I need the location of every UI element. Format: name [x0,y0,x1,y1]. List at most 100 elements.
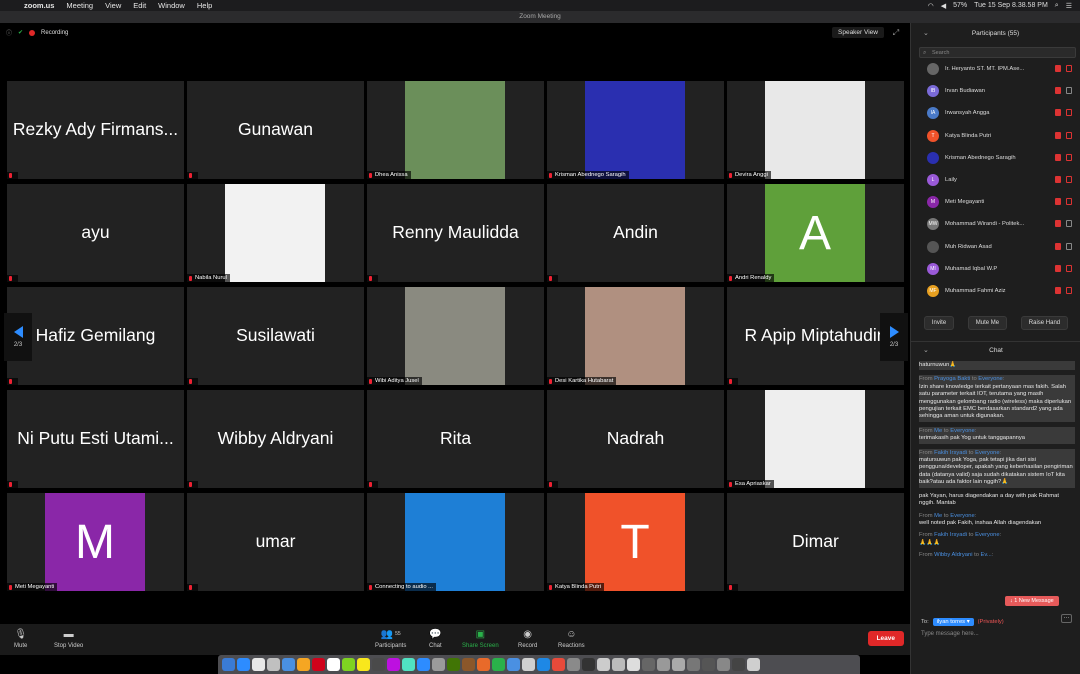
dock-app-icon[interactable] [252,658,265,671]
dock-app-icon[interactable] [702,658,715,671]
video-tile[interactable]: Wibi Aditya Jusel [367,287,544,385]
clock[interactable]: Tue 15 Sep 8.38.58 PM [974,2,1048,9]
video-tile[interactable]: Dimar [727,493,904,591]
participant-row[interactable]: Muh Ridwan Asad [911,236,1080,258]
participant-row[interactable]: MW Mohammad Wirandi - Politek... [911,213,1080,235]
participant-row[interactable]: T Katya Blinda Putri [911,125,1080,147]
dock-app-icon[interactable] [357,658,370,671]
participant-row[interactable]: L Laily [911,169,1080,191]
dock-app-icon[interactable] [282,658,295,671]
participant-row[interactable]: IA Irwansyah Angga [911,102,1080,124]
search-icon[interactable]: ⌕ [1055,2,1059,10]
video-tile[interactable]: M Meti Megayanti [7,493,184,591]
dock-app-icon[interactable] [432,658,445,671]
dock-app-icon[interactable] [297,658,310,671]
dock-app-icon[interactable] [387,658,400,671]
dock-app-icon[interactable] [627,658,640,671]
dock-app-icon[interactable] [522,658,535,671]
volume-icon[interactable]: ◀ [941,2,946,10]
chat-message-input[interactable]: Type message here... [921,631,1071,637]
previous-page-button[interactable]: 2/3 [4,313,32,361]
video-tile[interactable]: Andin [547,184,724,282]
dock-app-icon[interactable] [372,658,385,671]
dock-app-icon[interactable] [552,658,565,671]
collapse-participants-icon[interactable]: ⌄ [923,23,929,45]
app-menu[interactable]: zoom.us [24,1,54,10]
video-tile[interactable]: Susilawati [187,287,364,385]
dock-app-icon[interactable] [312,658,325,671]
video-tile[interactable]: A Andri Renaldy [727,184,904,282]
video-tile[interactable]: Connecting to audio ... [367,493,544,591]
dock-app-icon[interactable] [222,658,235,671]
dock-app-icon[interactable] [267,658,280,671]
security-shield-icon[interactable]: ✔ [18,29,23,36]
video-tile[interactable]: Esa Apriaskar [727,390,904,488]
dock-app-icon[interactable] [732,658,745,671]
dock-app-icon[interactable] [507,658,520,671]
dock-app-icon[interactable] [492,658,505,671]
recording-label[interactable]: Recording [41,30,68,36]
dock-app-icon[interactable] [447,658,460,671]
video-tile[interactable]: Hafiz Gemilang [7,287,184,385]
video-tile[interactable]: Nabila Nurul [187,184,364,282]
dock-app-icon[interactable] [597,658,610,671]
participant-row[interactable]: MF Muhammad Fahmi Aziz [911,280,1080,302]
dock-app-icon[interactable] [717,658,730,671]
participant-row[interactable]: MI Muhamad Iqbal W.P [911,258,1080,280]
control-center-icon[interactable]: ☰ [1066,2,1072,10]
dock-app-icon[interactable] [417,658,430,671]
participant-row[interactable]: Ir. Heryanto ST. MT. IPM.Ase... [911,58,1080,80]
video-tile[interactable]: Desi Kartika Hutabarat [547,287,724,385]
speaker-view-button[interactable]: Speaker View [832,27,884,38]
video-tile[interactable]: R Apip Miptahudin [727,287,904,385]
video-tile[interactable]: ayu [7,184,184,282]
chat-button[interactable]: 💬 Chat [429,628,442,650]
info-icon[interactable]: ⓘ [6,28,12,37]
video-tile[interactable]: umar [187,493,364,591]
video-tile[interactable]: Rezky Ady Firmans... [7,81,184,179]
menu-window[interactable]: Window [158,1,185,10]
dock-app-icon[interactable] [657,658,670,671]
menu-meeting[interactable]: Meeting [66,1,93,10]
wifi-icon[interactable]: ◠ [928,2,934,10]
mute-me-button[interactable]: Mute Me [967,316,1008,330]
record-button[interactable]: ◉ Record [518,628,537,650]
mute-button[interactable]: 🎙 Mute [14,628,27,650]
dock-app-icon[interactable] [342,658,355,671]
dock-app-icon[interactable] [237,658,250,671]
dock-app-icon[interactable] [567,658,580,671]
dock-app-icon[interactable] [642,658,655,671]
menu-view[interactable]: View [105,1,121,10]
dock-app-icon[interactable] [687,658,700,671]
new-message-button[interactable]: ↓ 1 New Message [1005,596,1059,606]
video-tile[interactable]: Ni Putu Esti Utami... [7,390,184,488]
video-tile[interactable]: Dhea Anissa [367,81,544,179]
chat-messages[interactable]: haturnuwun🙏 From Prayoga Bakti to Everyon… [919,361,1075,629]
stop-video-button[interactable]: ▬ Stop Video [54,628,83,650]
participant-search-input[interactable]: ⌕ Search [919,47,1076,58]
dock-app-icon[interactable] [582,658,595,671]
video-tile[interactable]: Devira Anggi [727,81,904,179]
dock-app-icon[interactable] [747,658,760,671]
fullscreen-icon[interactable]: ⤢ [890,27,902,39]
dock-app-icon[interactable] [672,658,685,671]
menu-help[interactable]: Help [197,1,212,10]
video-tile[interactable]: Gunawan [187,81,364,179]
video-tile[interactable]: T Katya Blinda Putri [547,493,724,591]
next-page-button[interactable]: 2/3 [880,313,908,361]
leave-button[interactable]: Leave [867,631,904,646]
recipient-select[interactable]: ilyan torres ▾ [932,618,974,626]
battery-percent[interactable]: 57% [953,2,967,9]
invite-button[interactable]: Invite [923,316,955,330]
video-tile[interactable]: Krisman Abednego Saragih [547,81,724,179]
dock-app-icon[interactable] [327,658,340,671]
dock-app-icon[interactable] [402,658,415,671]
share-screen-button[interactable]: ▣ Share Screen [462,628,499,650]
participants-button[interactable]: 👥 55 Participants [375,628,406,650]
video-tile[interactable]: Nadrah [547,390,724,488]
dock-app-icon[interactable] [462,658,475,671]
dock-app-icon[interactable] [537,658,550,671]
dock-app-icon[interactable] [477,658,490,671]
participant-row[interactable]: M Meti Megayanti [911,191,1080,213]
reactions-button[interactable]: ☺ Reactions [558,628,585,650]
